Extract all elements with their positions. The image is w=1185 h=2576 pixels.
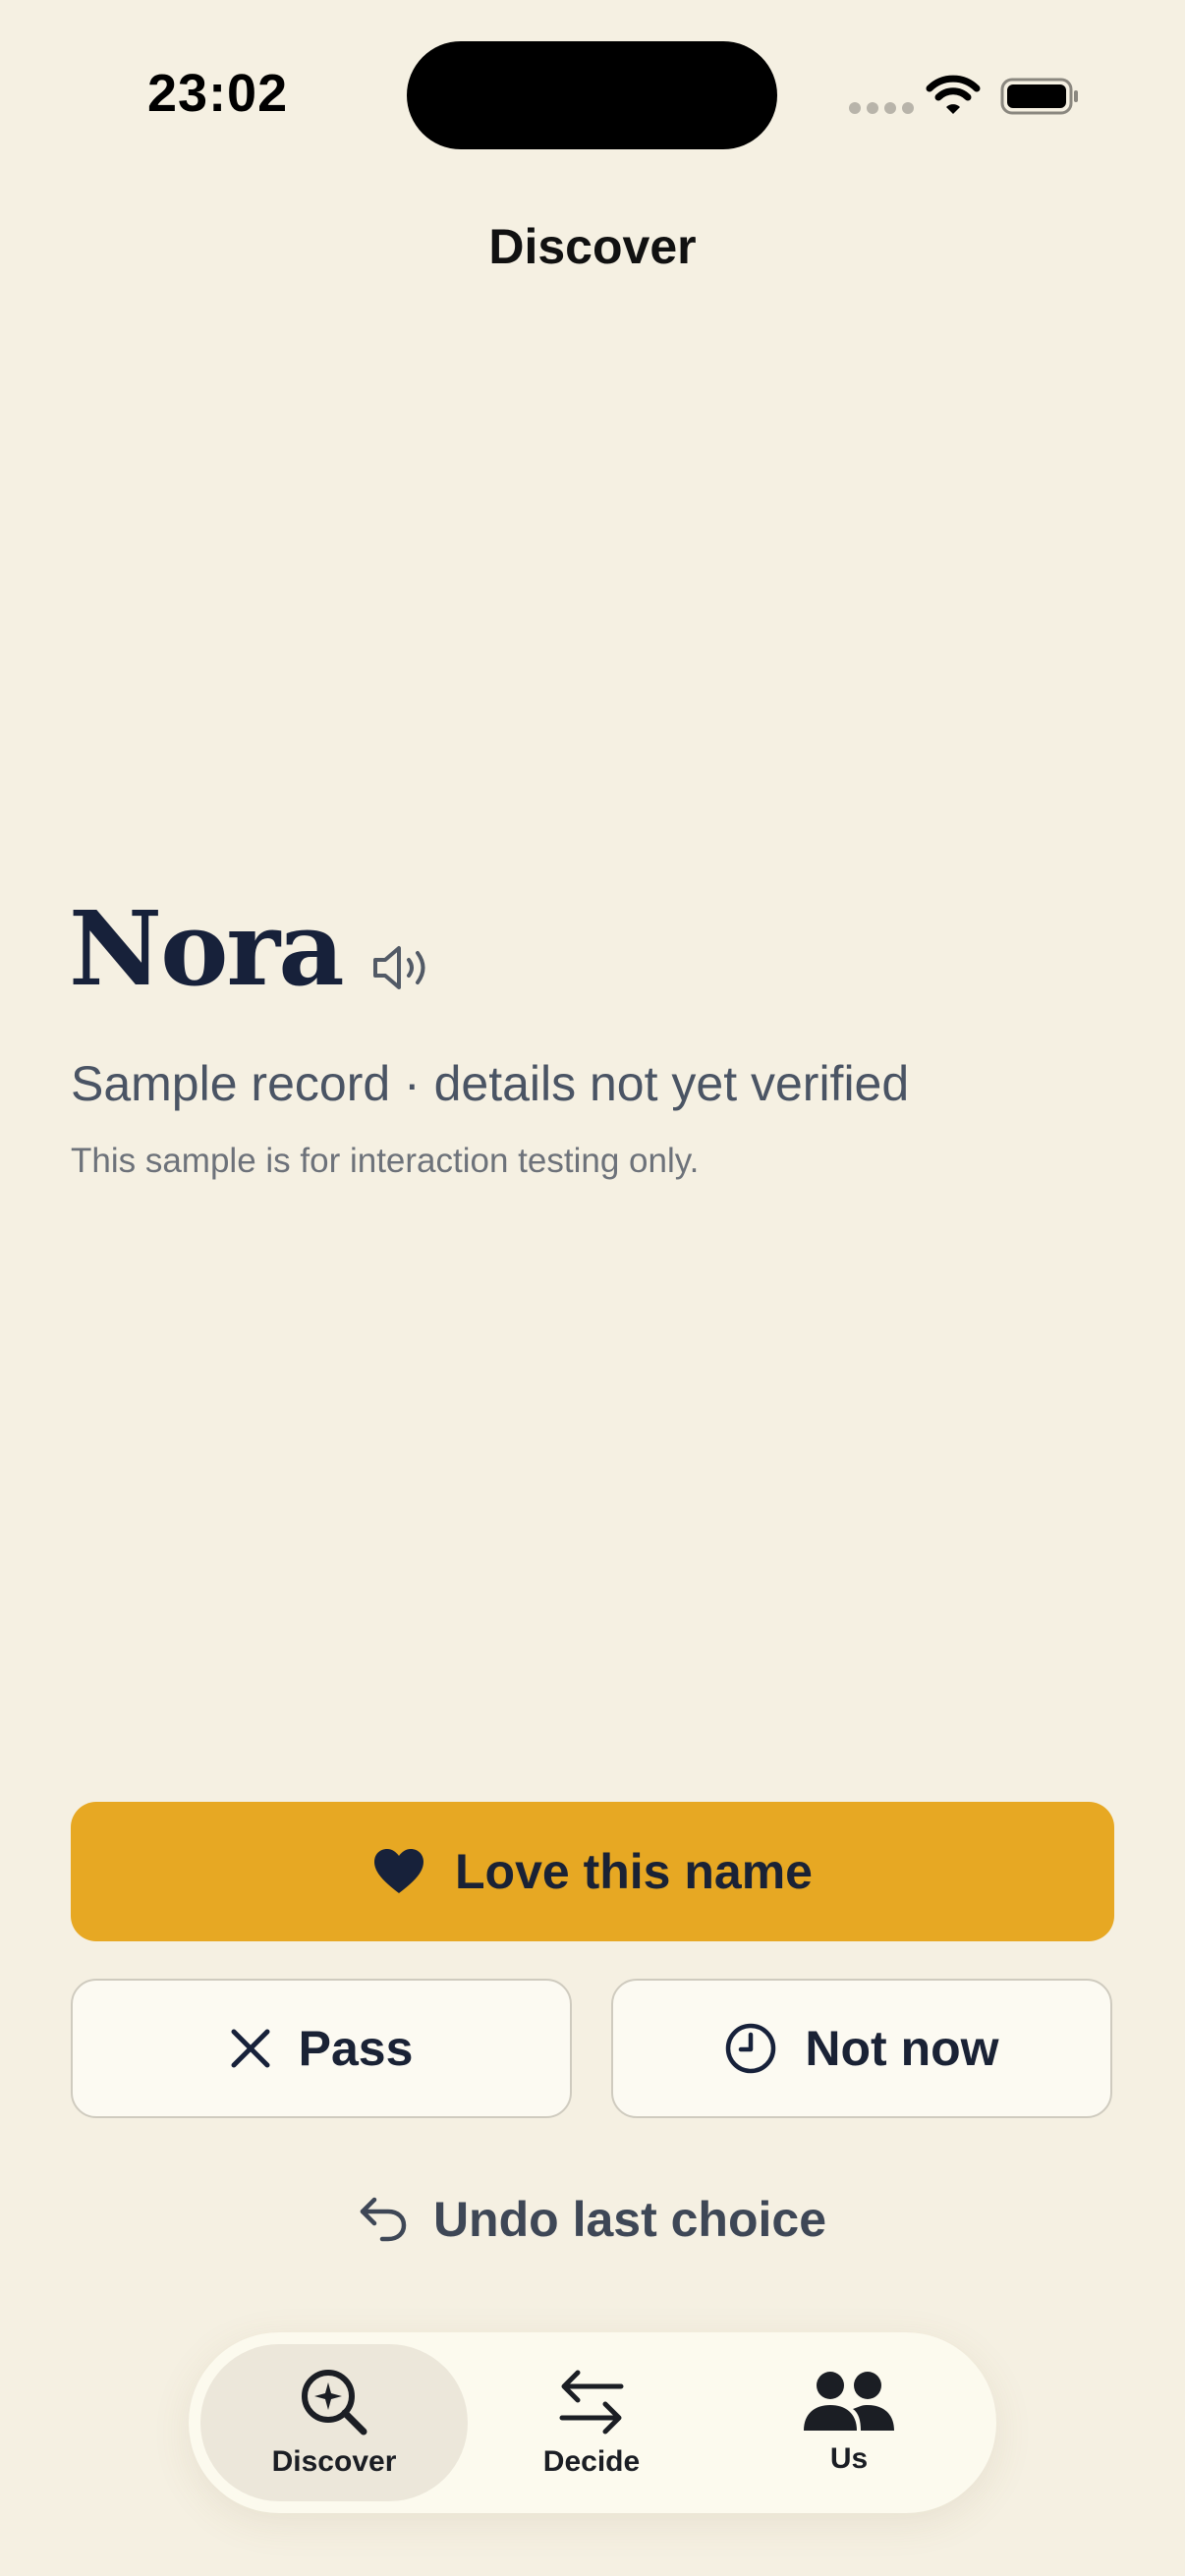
speaker-icon[interactable] xyxy=(371,941,434,994)
tab-bar: Discover Decide Us xyxy=(189,2332,996,2513)
swap-arrows-icon xyxy=(559,2370,624,2435)
tab-decide-label: Decide xyxy=(542,2445,641,2478)
cellular-signal-icon xyxy=(849,102,914,114)
page-title: Discover xyxy=(488,219,697,274)
undo-button[interactable]: Undo last choice xyxy=(0,2185,1185,2254)
tab-us[interactable]: Us xyxy=(715,2344,983,2501)
sparkle-search-icon xyxy=(302,2370,367,2436)
love-button-label: Love this name xyxy=(455,1844,813,1899)
close-icon xyxy=(231,2029,270,2068)
not-now-button-label: Not now xyxy=(805,2021,999,2076)
dynamic-island xyxy=(407,41,777,149)
tab-discover-label: Discover xyxy=(271,2445,397,2478)
not-now-button[interactable]: Not now xyxy=(611,1979,1112,2118)
battery-icon xyxy=(1000,78,1078,115)
sample-note: This sample is for interaction testing o… xyxy=(71,1142,700,1180)
tab-discover[interactable]: Discover xyxy=(200,2344,468,2501)
love-button[interactable]: Love this name xyxy=(71,1802,1114,1941)
people-icon xyxy=(804,2372,894,2431)
pass-button-label: Pass xyxy=(298,2021,414,2076)
pass-button[interactable]: Pass xyxy=(71,1979,572,2118)
undo-label: Undo last choice xyxy=(432,2192,827,2247)
tab-us-label: Us xyxy=(829,2442,869,2475)
baby-name: Nora xyxy=(69,888,345,1009)
clock-icon xyxy=(726,2023,776,2074)
status-time: 23:02 xyxy=(147,64,289,123)
name-subtitle: Sample record · details not yet verified xyxy=(71,1056,910,1111)
wifi-icon xyxy=(926,75,981,114)
heart-icon xyxy=(374,1849,423,1893)
undo-arrow-icon xyxy=(360,2197,407,2242)
tab-decide[interactable]: Decide xyxy=(466,2344,717,2501)
